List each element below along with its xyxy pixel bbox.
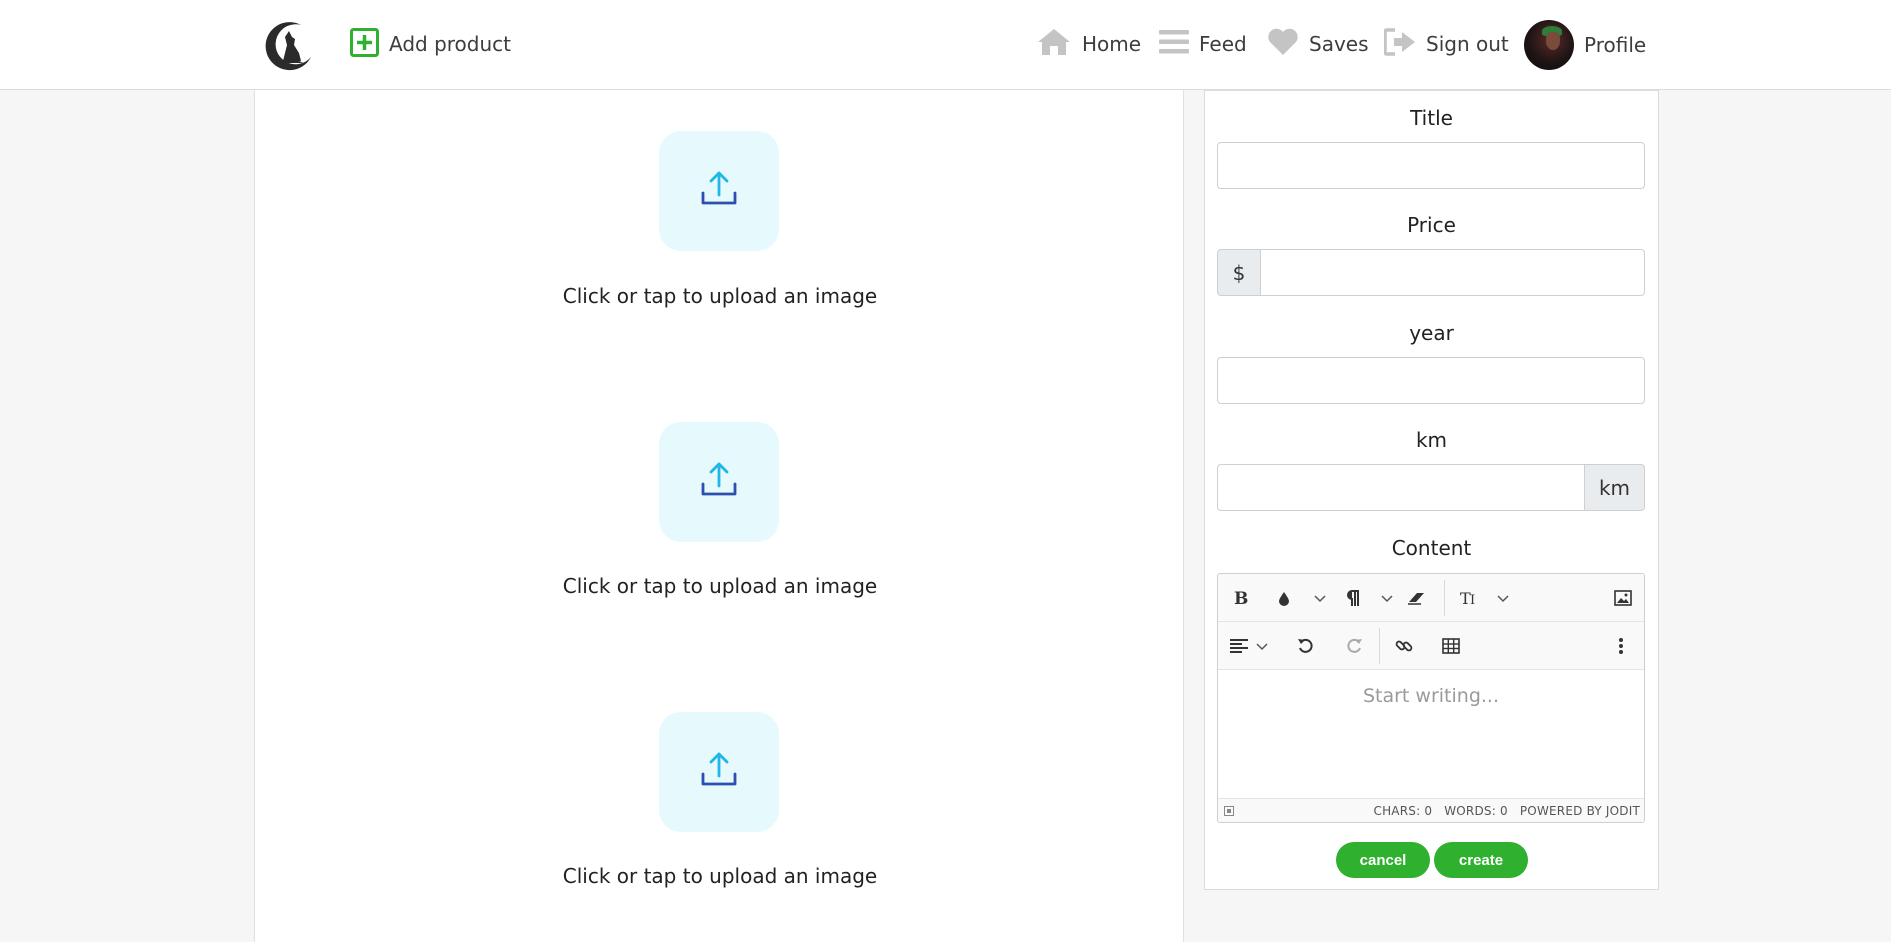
resize-handle-icon[interactable] (1224, 805, 1234, 819)
nav-feed[interactable]: Feed (1159, 26, 1247, 62)
word-count: WORDS: 0 (1444, 804, 1508, 818)
heart-icon (1267, 27, 1299, 61)
product-form: Title Price $ year km km Content B T I S… (1204, 90, 1659, 890)
char-count: CHARS: 0 (1373, 804, 1433, 818)
chevron-down-icon[interactable] (1256, 634, 1268, 658)
editor-statusbar: CHARS: 0 WORDS: 0 POWERED BY JODIT (1218, 798, 1644, 822)
title-label: Title (1410, 106, 1453, 130)
top-navbar: Add product Home Feed Saves Sign out Pro… (0, 0, 1891, 90)
editor-toolbar-row-2 (1218, 622, 1644, 670)
add-square-icon (350, 27, 379, 61)
create-button[interactable]: create (1434, 842, 1528, 878)
chevron-down-icon[interactable] (1497, 586, 1509, 610)
upload-instruction: Click or tap to upload an image (562, 864, 878, 888)
content-label: Content (1391, 536, 1472, 560)
add-product-label: Add product (389, 32, 512, 56)
table-icon[interactable] (1442, 634, 1460, 658)
upload-icon (699, 169, 739, 213)
nav-sign-out[interactable]: Sign out (1383, 26, 1509, 62)
title-input[interactable] (1217, 142, 1645, 189)
eraser-icon[interactable] (1407, 586, 1427, 610)
price-label: Price (1407, 213, 1456, 237)
image-icon[interactable] (1614, 586, 1632, 610)
link-icon[interactable] (1395, 634, 1413, 658)
nav-home-label: Home (1082, 32, 1142, 56)
km-label: km (1415, 428, 1448, 452)
align-left-icon[interactable] (1230, 634, 1248, 658)
upload-icon (699, 460, 739, 504)
editor-content-area[interactable]: Start writing... (1218, 671, 1644, 797)
image-upload-panel: Click or tap to upload an image Click or… (254, 90, 1184, 942)
nav-profile[interactable]: Profile (1524, 20, 1646, 70)
km-unit-addon: km (1584, 464, 1645, 511)
more-options-icon[interactable] (1618, 634, 1624, 658)
nav-profile-label: Profile (1584, 33, 1647, 57)
wolf-logo[interactable] (261, 17, 317, 73)
upload-image-button-3[interactable] (659, 712, 779, 832)
svg-text:B: B (1234, 589, 1248, 608)
avatar (1524, 20, 1574, 70)
undo-icon[interactable] (1297, 634, 1315, 658)
nav-home[interactable]: Home (1036, 26, 1141, 62)
bold-icon[interactable]: B (1232, 586, 1250, 610)
font-size-icon[interactable]: TI (1460, 586, 1482, 610)
upload-instruction: Click or tap to upload an image (562, 574, 878, 598)
cancel-button[interactable]: cancel (1336, 842, 1430, 878)
upload-icon (699, 750, 739, 794)
price-currency-addon: $ (1217, 249, 1261, 296)
nav-saves[interactable]: Saves (1267, 26, 1369, 62)
powered-by[interactable]: POWERED BY JODIT (1520, 804, 1640, 818)
paragraph-icon[interactable] (1345, 586, 1361, 610)
nav-sign-out-label: Sign out (1426, 32, 1509, 56)
editor-toolbar-row-1: B TI (1218, 574, 1644, 622)
year-label: year (1409, 321, 1454, 345)
svg-text:I: I (1470, 593, 1475, 607)
add-product-link[interactable]: Add product (350, 27, 512, 61)
chevron-down-icon[interactable] (1314, 586, 1326, 610)
sign-out-icon (1383, 27, 1416, 61)
redo-icon[interactable] (1345, 634, 1363, 658)
nav-feed-label: Feed (1199, 32, 1247, 56)
rich-text-editor: B TI Start writing... CHARS: 0 WORDS: 0 … (1217, 573, 1645, 823)
year-input[interactable] (1217, 357, 1645, 404)
price-input[interactable] (1260, 249, 1645, 296)
nav-saves-label: Saves (1309, 32, 1369, 56)
upload-image-button-2[interactable] (659, 422, 779, 542)
upload-image-button-1[interactable] (659, 131, 779, 251)
upload-instruction: Click or tap to upload an image (562, 284, 878, 308)
chevron-down-icon[interactable] (1381, 586, 1393, 610)
text-color-icon[interactable] (1276, 586, 1292, 610)
km-input[interactable] (1217, 464, 1585, 511)
feed-icon (1159, 27, 1189, 61)
home-icon (1036, 27, 1072, 61)
editor-placeholder: Start writing... (1362, 685, 1500, 707)
